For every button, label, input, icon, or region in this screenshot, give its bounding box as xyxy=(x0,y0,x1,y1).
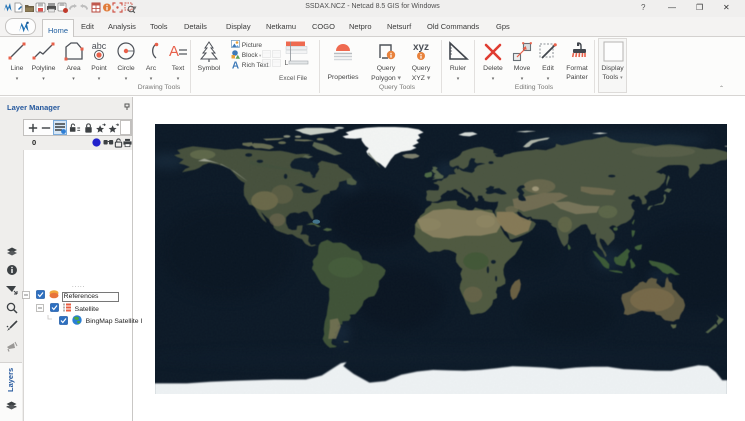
svg-text:A: A xyxy=(232,61,239,70)
svg-text:A: A xyxy=(169,43,179,60)
svg-text:abc: abc xyxy=(92,41,107,51)
svg-text:xyz: xyz xyxy=(413,42,429,53)
svg-text:L: L xyxy=(285,60,289,67)
